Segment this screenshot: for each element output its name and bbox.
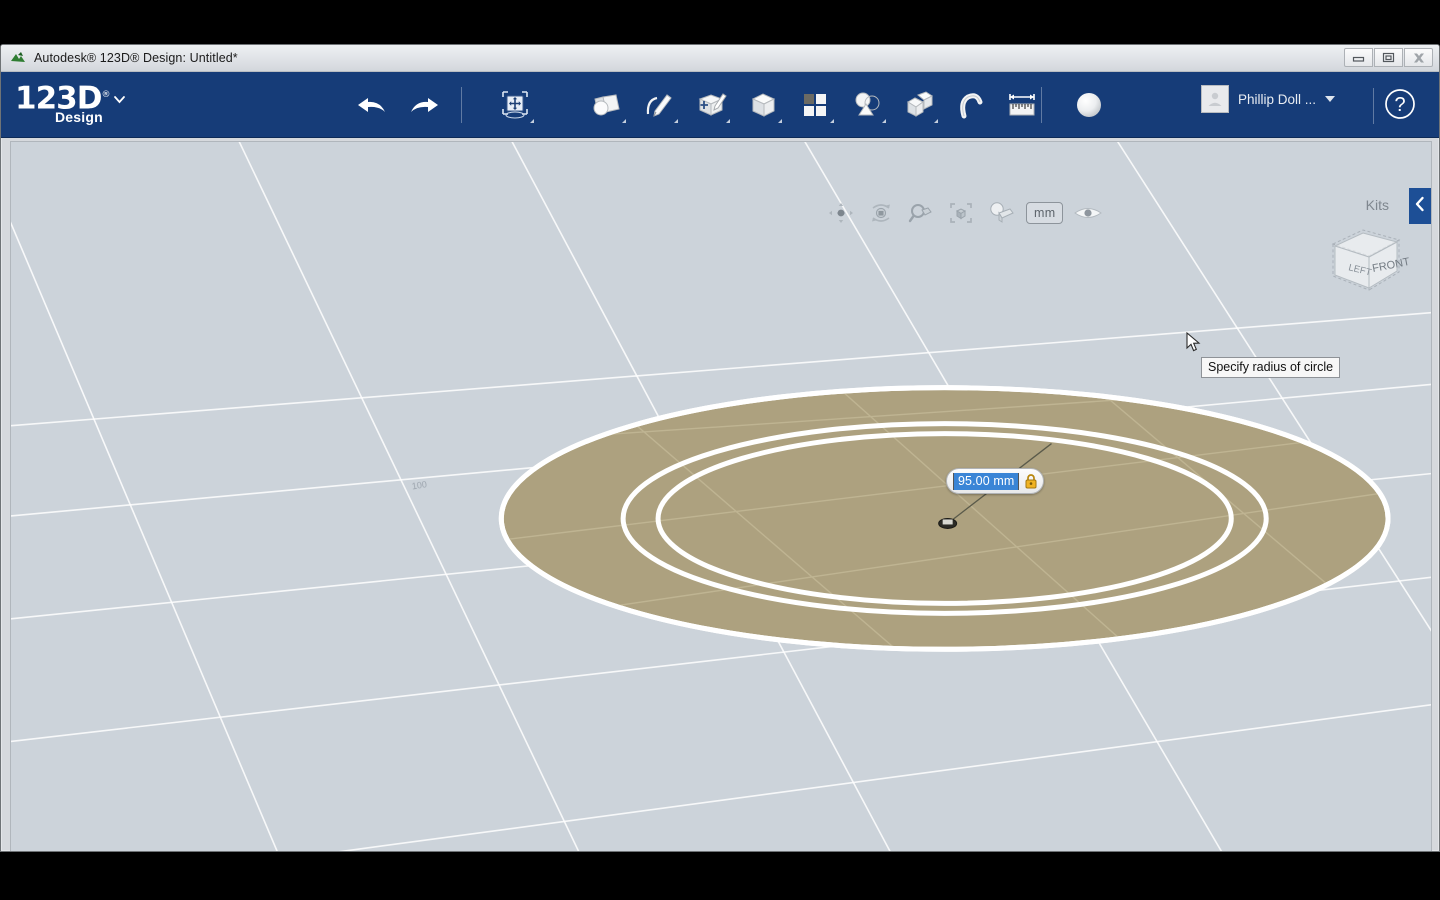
window-title: Autodesk® 123D® Design: Untitled* (34, 51, 238, 65)
pan-icon[interactable] (826, 200, 856, 226)
user-avatar-icon (1201, 85, 1229, 113)
minimize-button[interactable] (1344, 48, 1373, 67)
material-group (1063, 80, 1115, 130)
dropdown-indicator (778, 118, 782, 123)
dimension-input[interactable]: 95.00 mm (946, 468, 1045, 494)
user-account[interactable]: Phillip Doll ... (1201, 85, 1336, 113)
app-logo[interactable]: 123D® Design (15, 80, 145, 132)
padlock-locked-icon[interactable] (1023, 473, 1038, 490)
restore-button[interactable] (1374, 48, 1403, 67)
svg-text:?: ? (1394, 94, 1405, 116)
tool-sketch[interactable] (633, 80, 685, 130)
tool-grouping[interactable] (841, 80, 893, 130)
kits-label: Kits (1365, 197, 1389, 213)
transform-button[interactable] (489, 80, 541, 130)
dimension-value[interactable]: 95.00 mm (953, 472, 1020, 490)
window-controls (1344, 48, 1433, 67)
title-bar: Autodesk® 123D® Design: Untitled* (1, 45, 1439, 72)
close-button[interactable] (1404, 48, 1433, 67)
tool-material[interactable] (1063, 80, 1115, 130)
undo-redo-group (346, 80, 450, 130)
chevron-left-icon (1414, 196, 1426, 217)
eye-icon[interactable] (1073, 200, 1103, 226)
logo-text-sub: Design (55, 109, 103, 126)
toolbar-divider-2 (1041, 87, 1042, 123)
tool-group (581, 80, 1049, 130)
toolbar-divider-3 (1373, 88, 1374, 124)
mouse-pointer-icon (1186, 331, 1202, 359)
account-name: Phillip Doll ... (1238, 91, 1317, 107)
tool-modify[interactable] (737, 80, 789, 130)
sketch-point-icon (938, 517, 958, 529)
3d-viewport[interactable]: 100 100 (10, 141, 1432, 852)
tool-combine[interactable] (893, 80, 945, 130)
dropdown-indicator (830, 118, 834, 123)
units-button[interactable]: mm (1026, 202, 1064, 224)
dropdown-indicator (726, 118, 730, 123)
sketch-geometry[interactable] (11, 142, 1431, 852)
autodesk-123d-icon (10, 50, 26, 66)
orbit-icon[interactable] (866, 200, 896, 226)
zoom-magnifier-icon[interactable] (906, 200, 936, 226)
dropdown-indicator (530, 118, 534, 123)
tooltip: Specify radius of circle (1201, 357, 1341, 378)
view-controls: mm (826, 200, 1103, 226)
fit-to-screen-icon[interactable] (946, 200, 976, 226)
tool-primitives[interactable] (581, 80, 633, 130)
dropdown-indicator (934, 118, 938, 123)
tool-snap[interactable] (945, 80, 997, 130)
tool-pattern[interactable] (789, 80, 841, 130)
chevron-down-icon[interactable] (1325, 96, 1336, 102)
redo-button[interactable] (398, 80, 450, 130)
main-toolbar: 123D® Design Phillip Doll ... ? (1, 72, 1439, 138)
undo-button[interactable] (346, 80, 398, 130)
display-style-icon[interactable] (986, 200, 1016, 226)
toolbar-divider-1 (461, 87, 462, 123)
application-window: Autodesk® 123D® Design: Untitled* 123D® … (0, 44, 1440, 852)
dropdown-indicator (882, 118, 886, 123)
tool-construct[interactable] (685, 80, 737, 130)
help-button[interactable]: ? (1382, 86, 1418, 127)
dropdown-indicator (674, 118, 678, 123)
dropdown-indicator (622, 118, 626, 123)
transform-group (489, 80, 541, 130)
view-cube-icon[interactable]: LEFT FRONT (1317, 218, 1413, 304)
chevron-down-icon[interactable] (113, 93, 126, 106)
